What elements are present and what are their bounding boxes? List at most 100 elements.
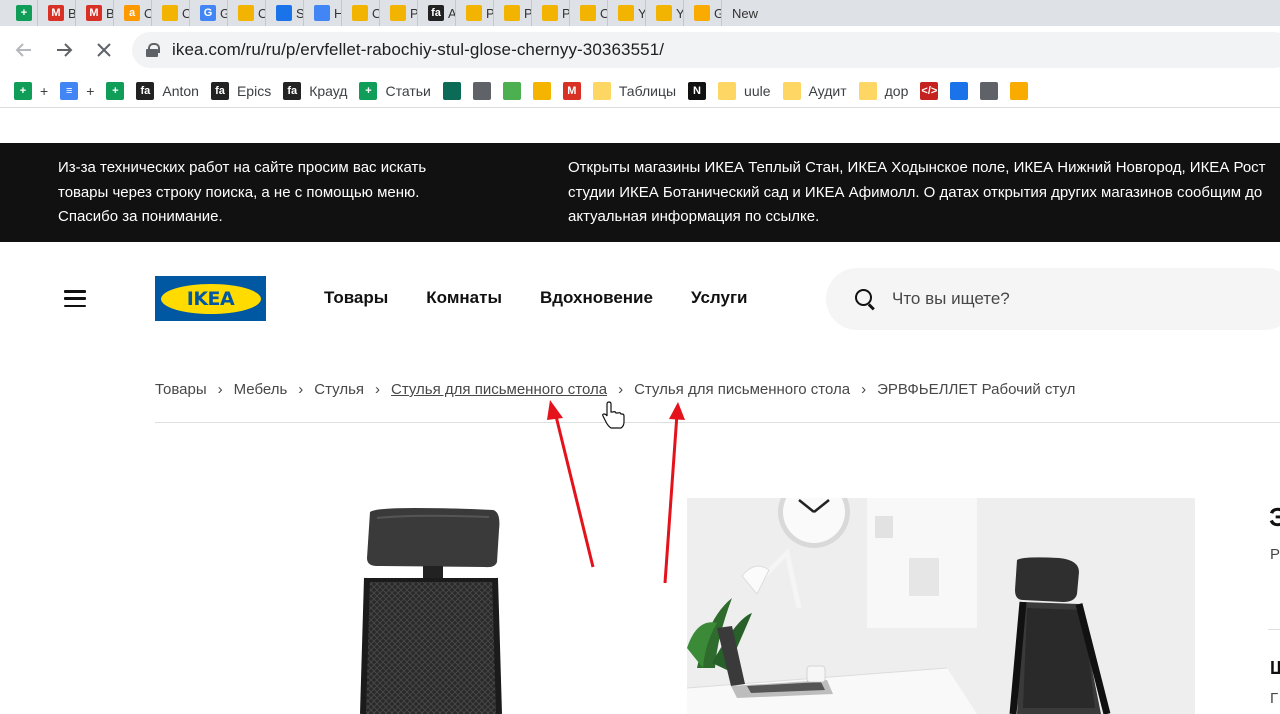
product-image-main[interactable] (155, 470, 663, 714)
forward-button[interactable] (46, 32, 82, 68)
film-icon (352, 5, 368, 21)
bookmark-item[interactable]: Аудит (781, 77, 857, 105)
bookmark-item[interactable] (471, 77, 501, 105)
bookmark-item[interactable] (1008, 77, 1038, 105)
bookmark-item[interactable]: + (104, 77, 134, 105)
bookmark-item[interactable] (501, 77, 531, 105)
browser-tab[interactable]: Yo (646, 0, 684, 26)
breadcrumb-item-chairs[interactable]: Стулья (314, 381, 364, 398)
browser-tab[interactable]: Ph (494, 0, 532, 26)
product-image-room[interactable] (687, 498, 1195, 714)
browser-tab[interactable]: MBx (38, 0, 76, 26)
browser-tab[interactable]: Yo (608, 0, 646, 26)
amazon-icon: a (124, 5, 140, 21)
browser-tab[interactable]: Hc (304, 0, 342, 26)
nav-item-rooms[interactable]: Комнаты (426, 288, 502, 308)
office-chair-image (360, 508, 502, 714)
nav-item-services[interactable]: Услуги (691, 288, 748, 308)
bookmark-item[interactable] (531, 77, 561, 105)
breadcrumb-divider (155, 422, 1280, 423)
breadcrumb: Товары › Мебель › Стулья › Стулья для пи… (155, 381, 1075, 398)
bookmark-item[interactable]: M (561, 77, 591, 105)
browser-tab[interactable]: Ph (380, 0, 418, 26)
notion-icon: N (688, 81, 707, 100)
browser-tab[interactable]: Ph (532, 0, 570, 26)
ikea-logo[interactable]: IKEA (155, 276, 266, 321)
gmail-icon: M (562, 81, 581, 100)
main-nav: Товары Комнаты Вдохновение Услуги (324, 288, 748, 308)
notice-left-text: Из-за технических работ на сайте просим … (58, 159, 427, 225)
browser-tab[interactable]: Or (342, 0, 380, 26)
bookmark-item[interactable]: fa Anton (134, 77, 209, 105)
search-input[interactable] (892, 289, 1192, 309)
breadcrumb-item-desk-chairs-hovered[interactable]: Стулья для письменного стола (391, 381, 607, 398)
docs-icon (314, 5, 330, 21)
browser-tab[interactable]: a Ov (114, 0, 152, 26)
bookmark-item[interactable]: fa Крауд (281, 77, 357, 105)
product-section-heading: Ш (1270, 658, 1280, 678)
breadcrumb-item-furniture[interactable]: Мебель (234, 381, 288, 398)
tab-title: Bx (106, 5, 114, 21)
tab-title: SE (296, 5, 304, 21)
nav-item-inspiration[interactable]: Вдохновение (540, 288, 653, 308)
url-text[interactable]: ikea.com/ru/ru/p/ervfellet-rabochiy-stul… (172, 40, 664, 60)
folder-icon (592, 81, 611, 100)
bookmark-item[interactable]: ≡ + (58, 77, 104, 105)
bookmark-item[interactable] (441, 77, 471, 105)
film-icon (466, 5, 482, 21)
bookmark-item[interactable]: N (686, 77, 716, 105)
browser-tab-strip: +HcMBxMBxaOvOrGGcOrSEHcOrPhfaAnPhPhPhOrY… (0, 0, 1280, 26)
bookmark-item[interactable] (948, 77, 978, 105)
browser-tab[interactable]: Or (228, 0, 266, 26)
back-button[interactable] (6, 32, 42, 68)
browser-tab[interactable]: Ph (456, 0, 494, 26)
browser-tab[interactable]: Or (152, 0, 190, 26)
bookmark-item[interactable]: uule (716, 77, 780, 105)
breadcrumb-item-products[interactable]: Товары (155, 381, 207, 398)
product-section-text: Г (1270, 690, 1279, 707)
tab-title: Ov (144, 6, 151, 21)
search-icon[interactable] (854, 288, 876, 310)
notice-right-line: Открыты магазины ИКЕА Теплый Стан, ИКЕА … (568, 159, 1266, 176)
fa-icon: fa (428, 5, 444, 21)
notice-right-line[interactable]: актуальная информация по ссылке. (568, 205, 1280, 230)
bookmark-item[interactable]: </> (918, 77, 948, 105)
room-scene-image (687, 498, 1195, 714)
browser-tab[interactable]: Or (570, 0, 608, 26)
bookmark-label: Аудит (808, 82, 847, 99)
film-icon (618, 5, 634, 21)
fa-icon: fa (210, 81, 229, 100)
tab-title: An (448, 5, 456, 21)
film-icon (542, 5, 558, 21)
browser-tab[interactable]: Gc (684, 0, 722, 26)
browser-tab[interactable]: SE (266, 0, 304, 26)
lock-icon (146, 43, 160, 57)
film-icon (162, 5, 178, 21)
bookmark-item[interactable]: + Статьи (357, 77, 440, 105)
product-title: Э (1269, 502, 1280, 532)
browser-tab[interactable]: MBx (76, 0, 114, 26)
bookmark-item[interactable]: Таблицы (591, 77, 686, 105)
globe-icon (472, 81, 491, 100)
wifi-icon (980, 81, 999, 100)
arrow-left-icon (15, 43, 31, 57)
breadcrumb-item-desk-chairs[interactable]: Стулья для письменного стола (634, 381, 850, 398)
folder-icon (718, 81, 737, 100)
film-icon (504, 5, 520, 21)
tab-title: Or (258, 6, 265, 21)
browser-tab[interactable]: +Hc (0, 0, 38, 26)
browser-tab[interactable]: New (722, 0, 762, 26)
menu-icon[interactable] (64, 290, 86, 308)
stop-loading-button[interactable] (86, 32, 122, 68)
address-bar[interactable]: ikea.com/ru/ru/p/ervfellet-rabochiy-stul… (132, 32, 1280, 68)
search-bar[interactable] (826, 268, 1280, 330)
bookmark-item[interactable] (978, 77, 1008, 105)
browser-tab[interactable]: faAn (418, 0, 456, 26)
bookmark-item[interactable]: fa Epics (209, 77, 281, 105)
tab-title: Or (372, 6, 379, 21)
nav-item-products[interactable]: Товары (324, 288, 388, 308)
bookmark-item[interactable]: + + (12, 77, 58, 105)
bookmark-item[interactable]: дор (857, 77, 919, 105)
chevron-right-icon: › (217, 381, 223, 398)
browser-tab[interactable]: G Gc (190, 0, 228, 26)
